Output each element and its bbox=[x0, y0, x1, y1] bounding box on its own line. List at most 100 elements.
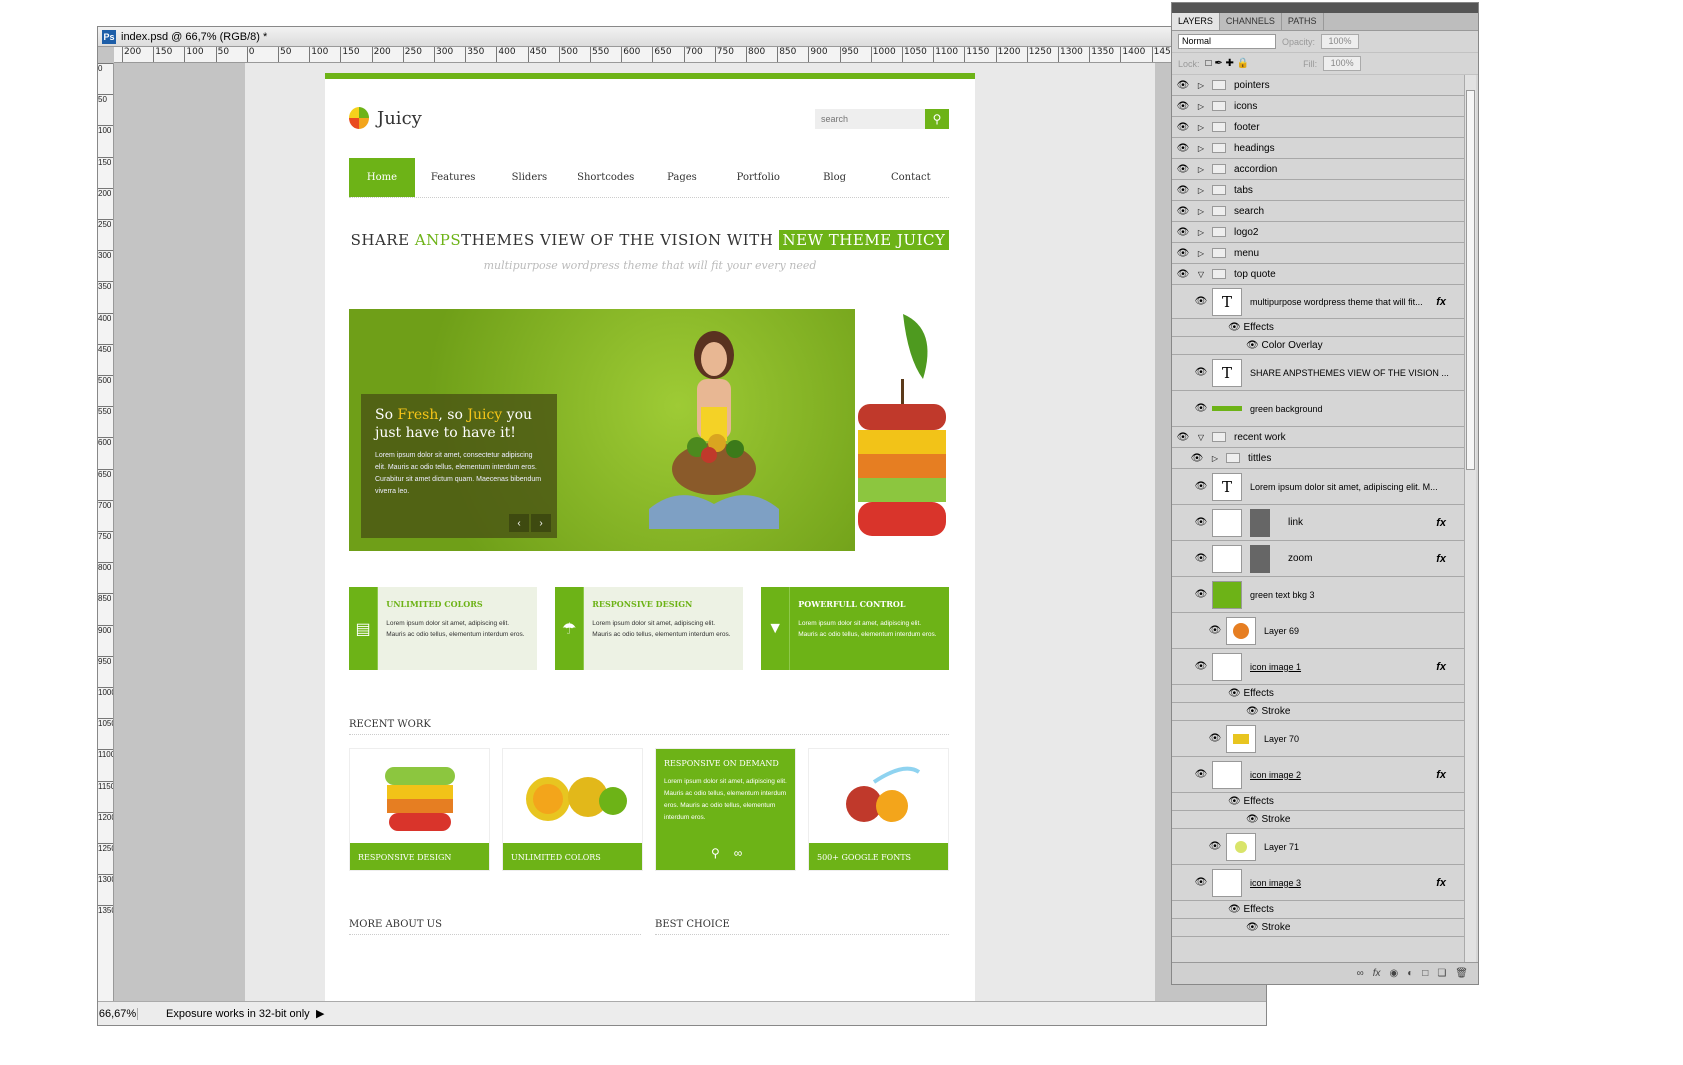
blend-mode-select[interactable]: Normal bbox=[1178, 34, 1276, 49]
eye-icon[interactable]: 👁 bbox=[1190, 877, 1212, 888]
fx-icon[interactable]: fx bbox=[1436, 769, 1446, 781]
link-layers-icon[interactable]: ∞ bbox=[1357, 968, 1364, 979]
feature-box[interactable]: ☂ RESPONSIVE DESIGN Lorem ipsum dolor sit… bbox=[555, 587, 743, 670]
eye-icon[interactable]: 👁 bbox=[1172, 185, 1194, 196]
eye-icon[interactable]: 👁 bbox=[1172, 269, 1194, 280]
eye-icon[interactable]: 👁 bbox=[1228, 904, 1243, 915]
eye-icon[interactable]: 👁 bbox=[1246, 706, 1261, 717]
effects-row[interactable]: 👁 Effects bbox=[1172, 685, 1464, 703]
status-text[interactable]: Exposure works in 32-bit only bbox=[166, 1008, 316, 1020]
eye-icon[interactable]: 👁 bbox=[1246, 922, 1261, 933]
horizontal-ruler[interactable]: 200 150 100 50 0 50 100 150 200 250 300 350 400 450 50… bbox=[114, 47, 1266, 63]
fill-field[interactable]: 100% bbox=[1323, 56, 1362, 71]
scrollbar-thumb[interactable] bbox=[1466, 90, 1475, 470]
eye-icon[interactable]: 👁 bbox=[1190, 661, 1212, 672]
nav-home[interactable]: Home bbox=[349, 158, 415, 197]
nav-pages[interactable]: Pages bbox=[644, 158, 720, 197]
eye-icon[interactable]: 👁 bbox=[1246, 340, 1261, 351]
layer-group[interactable]: 👁 ▷ menu bbox=[1172, 243, 1464, 264]
eye-icon[interactable]: 👁 bbox=[1228, 322, 1243, 333]
layer-group-open[interactable]: 👁 ▽ top quote bbox=[1172, 264, 1464, 285]
eye-icon[interactable]: 👁 bbox=[1190, 296, 1212, 307]
effects-row[interactable]: 👁 Effects bbox=[1172, 793, 1464, 811]
eye-icon[interactable]: 👁 bbox=[1172, 143, 1194, 154]
eye-icon[interactable]: 👁 bbox=[1204, 841, 1226, 852]
eye-icon[interactable]: 👁 bbox=[1190, 367, 1212, 378]
collapse-arrow-icon[interactable]: ▽ bbox=[1194, 433, 1208, 442]
layer-group[interactable]: 👁 ▷ logo2 bbox=[1172, 222, 1464, 243]
work-item-hover[interactable]: RESPONSIVE ON DEMAND Lorem ipsum dolor s… bbox=[655, 748, 796, 871]
lock-icons[interactable]: □ ✒ ✚ 🔒 bbox=[1206, 58, 1250, 69]
effects-row[interactable]: 👁 Effects bbox=[1172, 319, 1464, 337]
search-input[interactable] bbox=[815, 109, 925, 129]
expand-arrow-icon[interactable]: ▷ bbox=[1194, 207, 1208, 216]
expand-arrow-icon[interactable]: ▷ bbox=[1194, 165, 1208, 174]
trash-icon[interactable]: 🗑 bbox=[1455, 968, 1468, 979]
effect-row[interactable]: 👁 Stroke bbox=[1172, 703, 1464, 721]
feature-box[interactable]: ▤ UNLIMITED COLORS Lorem ipsum dolor sit … bbox=[349, 587, 537, 670]
prev-arrow-icon[interactable]: ‹ bbox=[509, 514, 529, 532]
layer-group[interactable]: 👁 ▷ tabs bbox=[1172, 180, 1464, 201]
text-layer[interactable]: 👁 Tmultipurpose wordpress theme that will… bbox=[1172, 285, 1464, 319]
eye-icon[interactable]: 👁 bbox=[1190, 769, 1212, 780]
eye-icon[interactable]: 👁 bbox=[1172, 432, 1194, 443]
nav-features[interactable]: Features bbox=[415, 158, 491, 197]
eye-icon[interactable]: 👁 bbox=[1204, 733, 1226, 744]
tab-layers[interactable]: LAYERS bbox=[1172, 13, 1220, 30]
shape-layer[interactable]: 👁 icon image 2 fx bbox=[1172, 757, 1464, 793]
eye-icon[interactable]: 👁 bbox=[1246, 814, 1261, 825]
eye-icon[interactable]: 👁 bbox=[1228, 688, 1243, 699]
image-layer[interactable]: 👁 Layer 71 bbox=[1172, 829, 1464, 865]
status-arrow-icon[interactable]: ▶ bbox=[316, 1007, 324, 1020]
expand-arrow-icon[interactable]: ▷ bbox=[1194, 144, 1208, 153]
expand-arrow-icon[interactable]: ▷ bbox=[1194, 249, 1208, 258]
eye-icon[interactable]: 👁 bbox=[1186, 453, 1208, 464]
work-item[interactable]: RESPONSIVE DESIGN bbox=[349, 748, 490, 871]
fx-icon[interactable]: fx bbox=[1436, 661, 1446, 673]
layer-group-open[interactable]: 👁 ▽ recent work bbox=[1172, 427, 1464, 448]
text-layer[interactable]: 👁 T Lorem ipsum dolor sit amet, adipiscing… bbox=[1172, 469, 1464, 505]
nav-contact[interactable]: Contact bbox=[873, 158, 949, 197]
text-layer[interactable]: 👁 T SHARE ANPSTHEMES VIEW OF THE VISION ..… bbox=[1172, 355, 1464, 391]
new-layer-icon[interactable]: ❏ bbox=[1437, 968, 1446, 979]
fx-menu-icon[interactable]: fx bbox=[1373, 968, 1381, 979]
effect-row[interactable]: 👁 Stroke bbox=[1172, 919, 1464, 937]
image-layer[interactable]: 👁 Layer 70 bbox=[1172, 721, 1464, 757]
layer-group[interactable]: 👁 ▷ search bbox=[1172, 201, 1464, 222]
link-icon[interactable]: ∞ bbox=[734, 846, 757, 860]
eye-icon[interactable]: 👁 bbox=[1172, 80, 1194, 91]
nav-sliders[interactable]: Sliders bbox=[491, 158, 567, 197]
eye-icon[interactable]: 👁 bbox=[1190, 553, 1212, 564]
nav-blog[interactable]: Blog bbox=[796, 158, 872, 197]
next-arrow-icon[interactable]: › bbox=[531, 514, 551, 532]
work-item[interactable]: UNLIMITED COLORS bbox=[502, 748, 643, 871]
vertical-ruler[interactable]: 0 50 100 150 200 250 300 350 400 450 500 550 600 650 7… bbox=[98, 63, 114, 1001]
add-mask-icon[interactable]: ◉ bbox=[1390, 968, 1399, 979]
eye-icon[interactable]: 👁 bbox=[1204, 625, 1226, 636]
layer-group[interactable]: 👁 ▷ icons bbox=[1172, 96, 1464, 117]
document-titlebar[interactable]: Ps index.psd @ 66,7% (RGB/8) * — ❐ ✕ bbox=[98, 27, 1266, 47]
tab-paths[interactable]: PATHS bbox=[1282, 13, 1324, 30]
eye-icon[interactable]: 👁 bbox=[1190, 517, 1212, 528]
panel-header[interactable] bbox=[1172, 3, 1478, 13]
collapse-arrow-icon[interactable]: ▽ bbox=[1194, 270, 1208, 279]
shape-layer[interactable]: 👁 icon image 1 fx bbox=[1172, 649, 1464, 685]
tab-channels[interactable]: CHANNELS bbox=[1220, 13, 1282, 30]
effects-row[interactable]: 👁 Effects bbox=[1172, 901, 1464, 919]
layer-group[interactable]: 👁 ▷ headings bbox=[1172, 138, 1464, 159]
search-icon[interactable]: ⚲ bbox=[925, 109, 949, 129]
work-item[interactable]: 500+ GOOGLE FONTS bbox=[808, 748, 949, 871]
new-group-icon[interactable]: □ bbox=[1422, 968, 1428, 979]
expand-arrow-icon[interactable]: ▷ bbox=[1194, 228, 1208, 237]
expand-arrow-icon[interactable]: ▷ bbox=[1194, 102, 1208, 111]
eye-icon[interactable]: 👁 bbox=[1172, 206, 1194, 217]
shape-layer[interactable]: 👁 green text bkg 3 bbox=[1172, 577, 1464, 613]
eye-icon[interactable]: 👁 bbox=[1190, 403, 1212, 414]
eye-icon[interactable]: 👁 bbox=[1172, 101, 1194, 112]
layer-group[interactable]: 👁 ▷ pointers bbox=[1172, 75, 1464, 96]
effect-row[interactable]: 👁 Color Overlay bbox=[1172, 337, 1464, 355]
eye-icon[interactable]: 👁 bbox=[1172, 248, 1194, 259]
zoom-level[interactable]: 66,67% bbox=[98, 1007, 138, 1020]
adjustment-layer-icon[interactable]: ◐ bbox=[1407, 968, 1413, 979]
fx-icon[interactable]: fx bbox=[1436, 553, 1446, 565]
